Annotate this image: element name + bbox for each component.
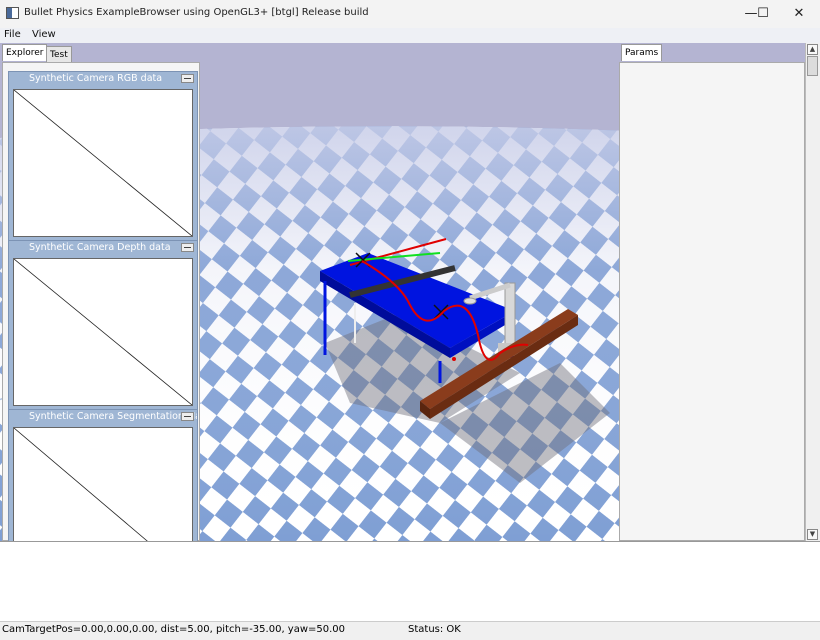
camera-rgb-canvas — [13, 89, 193, 237]
window-titlebar[interactable]: Bullet Physics ExampleBrowser using Open… — [0, 0, 820, 28]
camera-rgb-minimize-button[interactable] — [181, 74, 194, 83]
scroll-down-icon[interactable]: ▼ — [807, 529, 818, 540]
camera-depth-window[interactable]: Synthetic Camera Depth data — [8, 240, 198, 410]
camera-depth-canvas — [13, 258, 193, 406]
empty-image-icon — [14, 90, 192, 236]
empty-image-icon — [14, 259, 192, 405]
menu-bar: File View — [0, 28, 820, 43]
console-area — [0, 541, 820, 621]
camera-segmentation-minimize-button[interactable] — [181, 412, 194, 421]
params-scrollbar[interactable]: ▲ ▼ — [805, 43, 819, 541]
camera-rgb-title[interactable]: Synthetic Camera RGB data — [9, 72, 197, 86]
camera-segmentation-title[interactable]: Synthetic Camera Segmentation Mask — [9, 410, 197, 424]
window-title: Bullet Physics ExampleBrowser using Open… — [24, 7, 369, 18]
camera-rgb-window[interactable]: Synthetic Camera RGB data — [8, 71, 198, 241]
close-button[interactable]: ✕ — [776, 0, 820, 28]
params-panel — [619, 62, 805, 541]
camera-depth-title[interactable]: Synthetic Camera Depth data — [9, 241, 197, 255]
tab-explorer[interactable]: Explorer — [2, 44, 48, 61]
scroll-up-icon[interactable]: ▲ — [807, 44, 818, 55]
app-icon — [6, 7, 19, 19]
camera-depth-minimize-button[interactable] — [181, 243, 194, 252]
status-bar: CamTargetPos=0.00,0.00,0.00, dist=5.00, … — [0, 621, 820, 640]
tab-test[interactable]: Test — [46, 46, 72, 63]
status-text: Status: OK — [408, 624, 461, 635]
camera-info-text: CamTargetPos=0.00,0.00,0.00, dist=5.00, … — [2, 624, 346, 635]
menu-file[interactable]: File — [4, 29, 21, 40]
menu-view[interactable]: View — [32, 29, 56, 40]
tab-params[interactable]: Params — [621, 44, 663, 61]
scroll-thumb[interactable] — [807, 56, 818, 76]
ball — [452, 357, 456, 361]
